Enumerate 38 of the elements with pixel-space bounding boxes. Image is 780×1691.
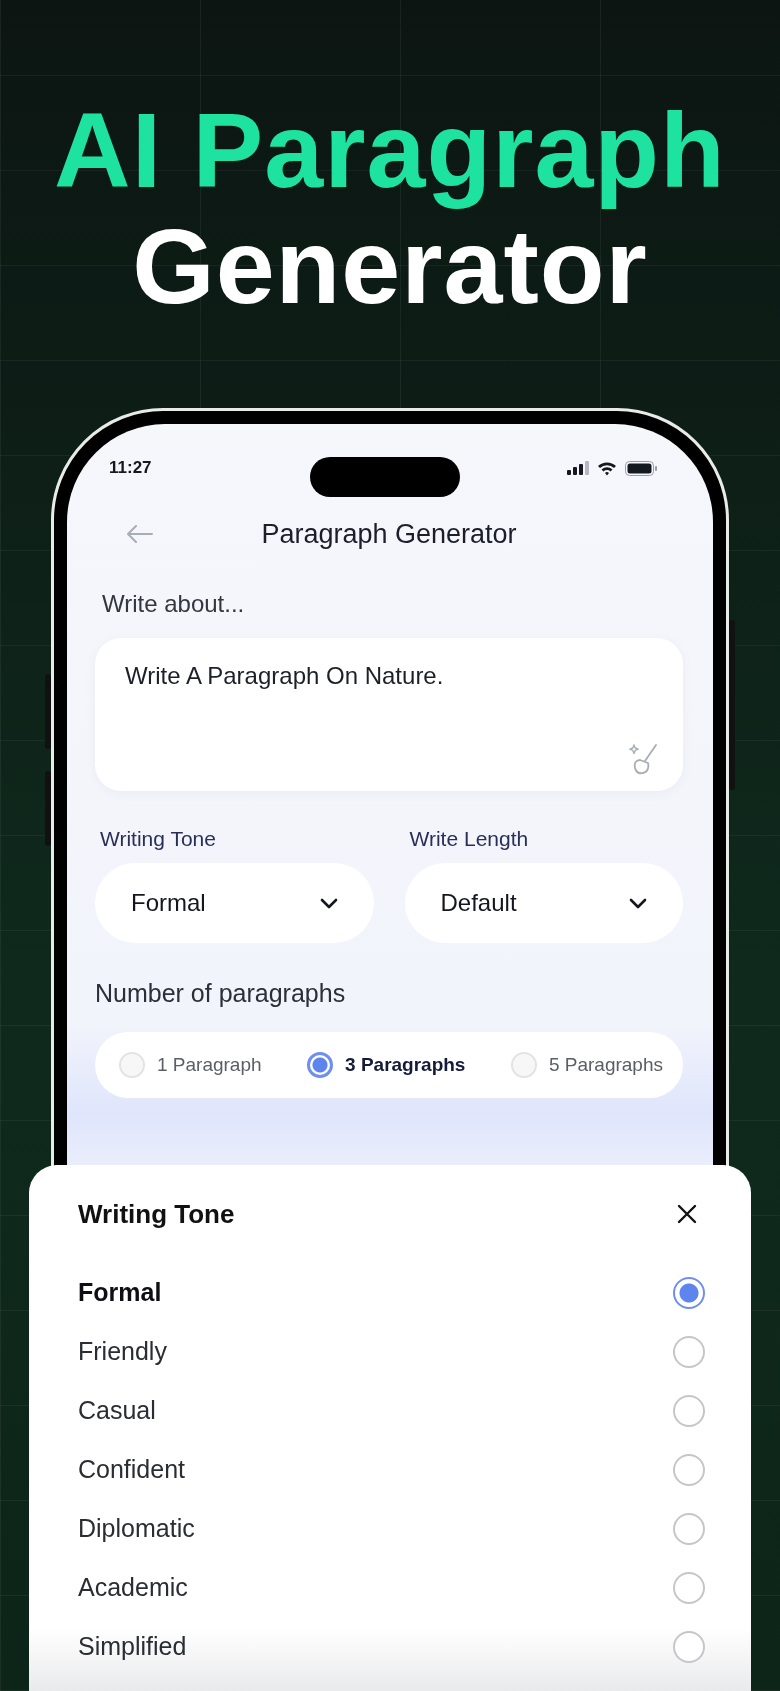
wifi-icon <box>597 460 617 476</box>
magic-brush-icon[interactable] <box>629 743 659 775</box>
option-label[interactable]: Confident <box>78 1455 186 1484</box>
status-time: 11:27 <box>109 458 152 478</box>
dropdown-label: Writing Tone <box>100 827 217 851</box>
dropdown[interactable]: Default <box>404 863 683 943</box>
option-label[interactable]: Academic <box>78 1573 188 1602</box>
battery-icon <box>625 460 657 476</box>
radio-button[interactable] <box>673 1630 705 1663</box>
option-label[interactable]: Simplified <box>78 1632 187 1661</box>
back-arrow-icon[interactable] <box>127 525 153 543</box>
sheet-title: Writing Tone <box>78 1198 235 1230</box>
radio-button[interactable] <box>673 1335 705 1368</box>
radio-button[interactable] <box>673 1276 705 1309</box>
close-icon[interactable] <box>677 1204 697 1224</box>
radio-button[interactable] <box>673 1394 705 1427</box>
signal-icon <box>567 461 589 475</box>
headline: AI Paragraph <box>54 92 726 208</box>
chevron-down-icon <box>319 897 338 909</box>
screen-title: Paragraph Generator <box>261 518 517 550</box>
section-label: Number of paragraphs <box>95 979 347 1008</box>
option-label[interactable]: Casual <box>78 1396 156 1425</box>
dropdown[interactable]: Formal <box>95 863 374 943</box>
radio-option[interactable]: 1 Paragraph <box>119 1052 262 1078</box>
radio-button[interactable] <box>307 1052 334 1078</box>
chevron-down-icon <box>629 897 647 909</box>
radio-option[interactable]: 3 Paragraphs <box>307 1052 466 1078</box>
radio-button[interactable] <box>673 1571 705 1604</box>
prompt-field[interactable]: Write A Paragraph On Nature. <box>95 638 683 791</box>
option-label[interactable]: Friendly <box>78 1337 167 1366</box>
radio-option[interactable]: 5 Paragraphs <box>510 1052 663 1078</box>
radio-button[interactable] <box>673 1453 705 1486</box>
option-label[interactable]: Diplomatic <box>78 1514 195 1543</box>
dropdown-label: Write Length <box>409 827 530 851</box>
option-label[interactable]: Formal <box>78 1278 162 1307</box>
radio-button[interactable] <box>673 1512 705 1545</box>
field-label: Write about... <box>102 590 246 618</box>
headline: Generator <box>132 208 648 324</box>
